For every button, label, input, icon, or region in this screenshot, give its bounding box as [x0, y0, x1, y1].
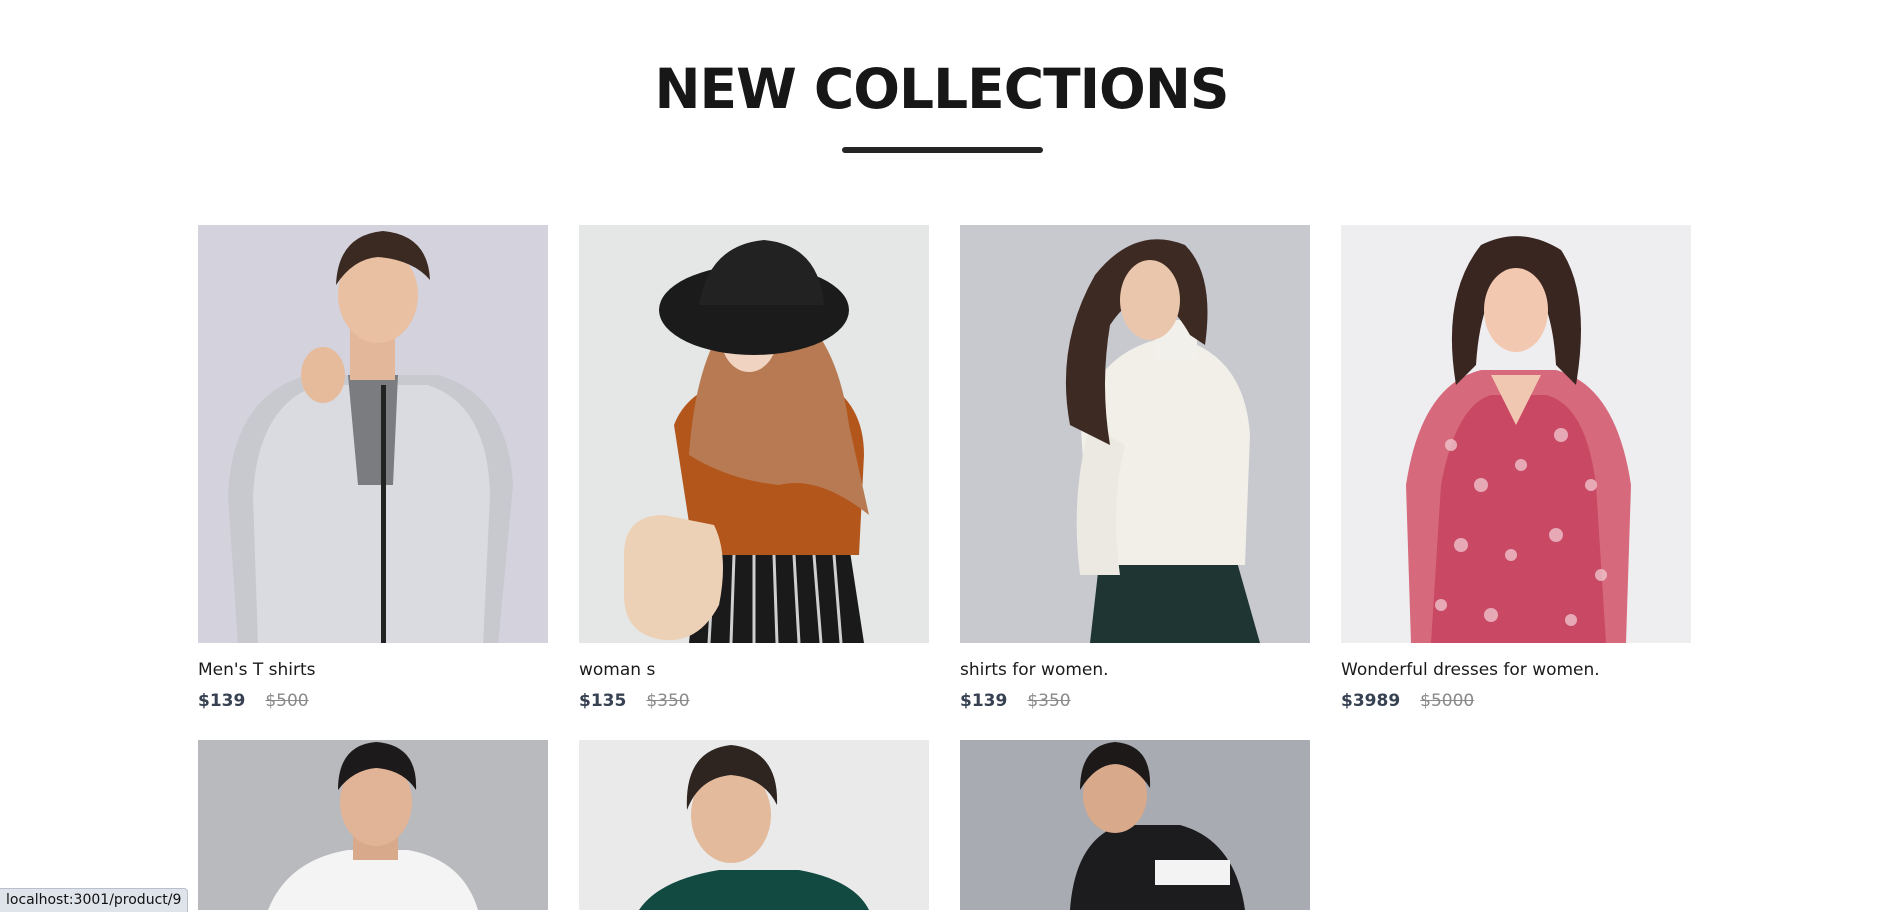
product-prices: $139 $350: [960, 690, 1310, 712]
product-prices: $139 $500: [198, 690, 548, 712]
price-new: $3989: [1341, 691, 1401, 711]
price-new: $139: [960, 691, 1008, 711]
man-white-hoodie-photo[interactable]: [198, 740, 548, 910]
section-title: NEW COLLECTIONS: [654, 57, 1230, 121]
boy-black-jacket-photo[interactable]: [960, 740, 1310, 910]
product-card[interactable]: Wonderful dresses for women. $3989 $5000: [1341, 225, 1691, 712]
product-card[interactable]: woman s $135 $350: [579, 225, 929, 712]
woman-white-turtleneck-photo[interactable]: [960, 225, 1310, 643]
product-prices: $135 $350: [579, 690, 929, 712]
product-card[interactable]: [198, 740, 548, 910]
status-bar-url: localhost:3001/product/9: [0, 888, 189, 912]
product-card[interactable]: [960, 740, 1310, 910]
woman-floral-dress-photo[interactable]: [1341, 225, 1691, 643]
woman-hijab-hat-photo[interactable]: [579, 225, 929, 643]
man-grey-jacket-photo[interactable]: [198, 225, 548, 643]
product-name[interactable]: Men's T shirts: [198, 659, 548, 681]
product-card[interactable]: [579, 740, 929, 910]
product-grid: Men's T shirts $139 $500 woman s $135 $3…: [198, 225, 1691, 910]
product-card[interactable]: Men's T shirts $139 $500: [198, 225, 548, 712]
price-old: $5000: [1420, 691, 1475, 711]
price-old: $350: [1027, 691, 1071, 711]
boy-green-jacket-photo[interactable]: [579, 740, 929, 910]
title-underline: [842, 147, 1043, 153]
price-new: $139: [198, 691, 246, 711]
price-old: $500: [265, 691, 309, 711]
product-name[interactable]: Wonderful dresses for women.: [1341, 659, 1691, 681]
new-collections-page: NEW COLLECTIONS Men's T shirts $139 $500…: [0, 0, 1883, 912]
product-prices: $3989 $5000: [1341, 690, 1691, 712]
product-name[interactable]: shirts for women.: [960, 659, 1310, 681]
product-name[interactable]: woman s: [579, 659, 929, 681]
price-new: $135: [579, 691, 627, 711]
product-card[interactable]: shirts for women. $139 $350: [960, 225, 1310, 712]
price-old: $350: [646, 691, 690, 711]
